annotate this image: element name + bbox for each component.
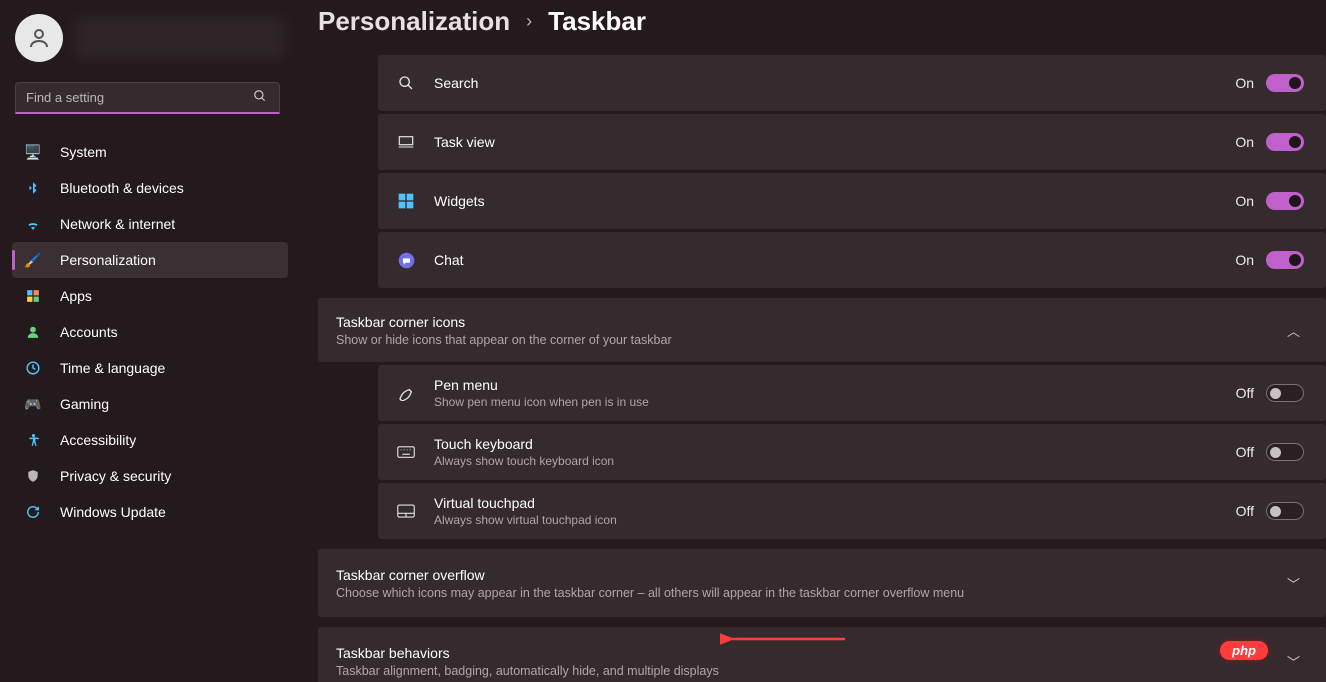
setting-desc: Show pen menu icon when pen is in use xyxy=(434,395,1236,409)
group-title: Taskbar behaviors xyxy=(336,645,1283,661)
toggle-switch[interactable] xyxy=(1266,443,1304,461)
sidebar-item-label: Network & internet xyxy=(60,216,175,232)
sidebar: 🖥️ System Bluetooth & devices Network & i… xyxy=(0,0,300,682)
sidebar-item-label: Windows Update xyxy=(60,504,166,520)
gaming-icon: 🎮 xyxy=(24,395,42,413)
taskview-icon xyxy=(378,135,434,149)
toggle-switch[interactable] xyxy=(1266,251,1304,269)
sidebar-item-label: Accessibility xyxy=(60,432,136,448)
sidebar-item-gaming[interactable]: 🎮 Gaming xyxy=(12,386,288,422)
update-icon xyxy=(24,503,42,521)
search-icon xyxy=(378,75,434,91)
setting-label: Virtual touchpad xyxy=(434,495,1236,511)
sidebar-item-label: Gaming xyxy=(60,396,109,412)
toggle-state: On xyxy=(1235,193,1254,209)
chevron-up-icon: ︿ xyxy=(1283,321,1304,340)
setting-row-widgets[interactable]: Widgets On xyxy=(378,173,1326,229)
chevron-down-icon: ﹀ xyxy=(1283,574,1304,593)
sidebar-item-time-language[interactable]: Time & language xyxy=(12,350,288,386)
toggle-switch[interactable] xyxy=(1266,502,1304,520)
clock-icon xyxy=(24,359,42,377)
toggle-switch[interactable] xyxy=(1266,133,1304,151)
sidebar-item-system[interactable]: 🖥️ System xyxy=(12,134,288,170)
sidebar-item-label: Time & language xyxy=(60,360,165,376)
group-title: Taskbar corner overflow xyxy=(336,567,1283,583)
group-desc: Show or hide icons that appear on the co… xyxy=(336,333,1283,347)
toggle-state: Off xyxy=(1236,385,1254,401)
chat-icon xyxy=(378,252,434,269)
display-icon: 🖥️ xyxy=(24,143,42,161)
sidebar-item-bluetooth[interactable]: Bluetooth & devices xyxy=(12,170,288,206)
group-taskbar-behaviors[interactable]: Taskbar behaviors Taskbar alignment, bad… xyxy=(318,627,1326,682)
paintbrush-icon: 🖌️ xyxy=(24,251,42,269)
toggle-switch[interactable] xyxy=(1266,384,1304,402)
toggle-state: Off xyxy=(1236,503,1254,519)
accessibility-icon xyxy=(24,431,42,449)
chevron-right-icon: › xyxy=(526,11,532,32)
sidebar-item-windows-update[interactable]: Windows Update xyxy=(12,494,288,530)
sidebar-item-label: Personalization xyxy=(60,252,156,268)
avatar xyxy=(15,14,63,62)
setting-row-search[interactable]: Search On xyxy=(378,55,1326,111)
setting-label: Chat xyxy=(434,252,1235,268)
sidebar-item-privacy[interactable]: Privacy & security xyxy=(12,458,288,494)
setting-row-virtual-touchpad[interactable]: Virtual touchpad Always show virtual tou… xyxy=(378,483,1326,539)
page-title: Taskbar xyxy=(548,6,646,37)
setting-row-touch-keyboard[interactable]: Touch keyboard Always show touch keyboar… xyxy=(378,424,1326,480)
sidebar-item-personalization[interactable]: 🖌️ Personalization xyxy=(12,242,288,278)
setting-label: Touch keyboard xyxy=(434,436,1236,452)
setting-label: Search xyxy=(434,75,1235,91)
sidebar-item-label: Accounts xyxy=(60,324,118,340)
pen-icon xyxy=(378,385,434,401)
wifi-icon xyxy=(24,215,42,233)
chevron-down-icon: ﹀ xyxy=(1283,652,1304,671)
group-desc: Choose which icons may appear in the tas… xyxy=(336,586,1283,600)
setting-label: Pen menu xyxy=(434,377,1236,393)
nav-list: 🖥️ System Bluetooth & devices Network & i… xyxy=(0,134,300,530)
toggle-switch[interactable] xyxy=(1266,192,1304,210)
group-desc: Taskbar alignment, badging, automaticall… xyxy=(336,664,1283,678)
keyboard-icon xyxy=(378,446,434,458)
group-corner-overflow[interactable]: Taskbar corner overflow Choose which ico… xyxy=(318,549,1326,617)
person-icon xyxy=(24,323,42,341)
widgets-icon xyxy=(378,193,434,209)
setting-desc: Always show virtual touchpad icon xyxy=(434,513,1236,527)
shield-icon xyxy=(24,467,42,485)
sidebar-item-accessibility[interactable]: Accessibility xyxy=(12,422,288,458)
group-corner-icons[interactable]: Taskbar corner icons Show or hide icons … xyxy=(318,298,1326,362)
setting-desc: Always show touch keyboard icon xyxy=(434,454,1236,468)
user-name-blurred xyxy=(75,18,285,58)
group-title: Taskbar corner icons xyxy=(336,314,1283,330)
setting-label: Task view xyxy=(434,134,1235,150)
toggle-state: Off xyxy=(1236,444,1254,460)
bluetooth-icon xyxy=(24,179,42,197)
setting-row-chat[interactable]: Chat On xyxy=(378,232,1326,288)
php-badge: php xyxy=(1220,641,1268,660)
main-content: Personalization › Taskbar Search On Task… xyxy=(300,0,1326,682)
sidebar-item-label: Privacy & security xyxy=(60,468,171,484)
sidebar-item-apps[interactable]: Apps xyxy=(12,278,288,314)
breadcrumb-parent[interactable]: Personalization xyxy=(318,6,510,37)
sidebar-item-label: Apps xyxy=(60,288,92,304)
search-box[interactable] xyxy=(15,82,280,114)
setting-label: Widgets xyxy=(434,193,1235,209)
search-input[interactable] xyxy=(16,90,253,105)
sidebar-item-label: System xyxy=(60,144,107,160)
setting-row-pen-menu[interactable]: Pen menu Show pen menu icon when pen is … xyxy=(378,365,1326,421)
sidebar-item-network[interactable]: Network & internet xyxy=(12,206,288,242)
toggle-state: On xyxy=(1235,252,1254,268)
sidebar-item-label: Bluetooth & devices xyxy=(60,180,184,196)
search-icon xyxy=(253,89,279,106)
toggle-state: On xyxy=(1235,75,1254,91)
toggle-state: On xyxy=(1235,134,1254,150)
user-account-row[interactable] xyxy=(0,14,300,82)
toggle-switch[interactable] xyxy=(1266,74,1304,92)
apps-icon xyxy=(24,287,42,305)
sidebar-item-accounts[interactable]: Accounts xyxy=(12,314,288,350)
setting-row-taskview[interactable]: Task view On xyxy=(378,114,1326,170)
touchpad-icon xyxy=(378,504,434,518)
breadcrumb: Personalization › Taskbar xyxy=(318,6,1326,37)
